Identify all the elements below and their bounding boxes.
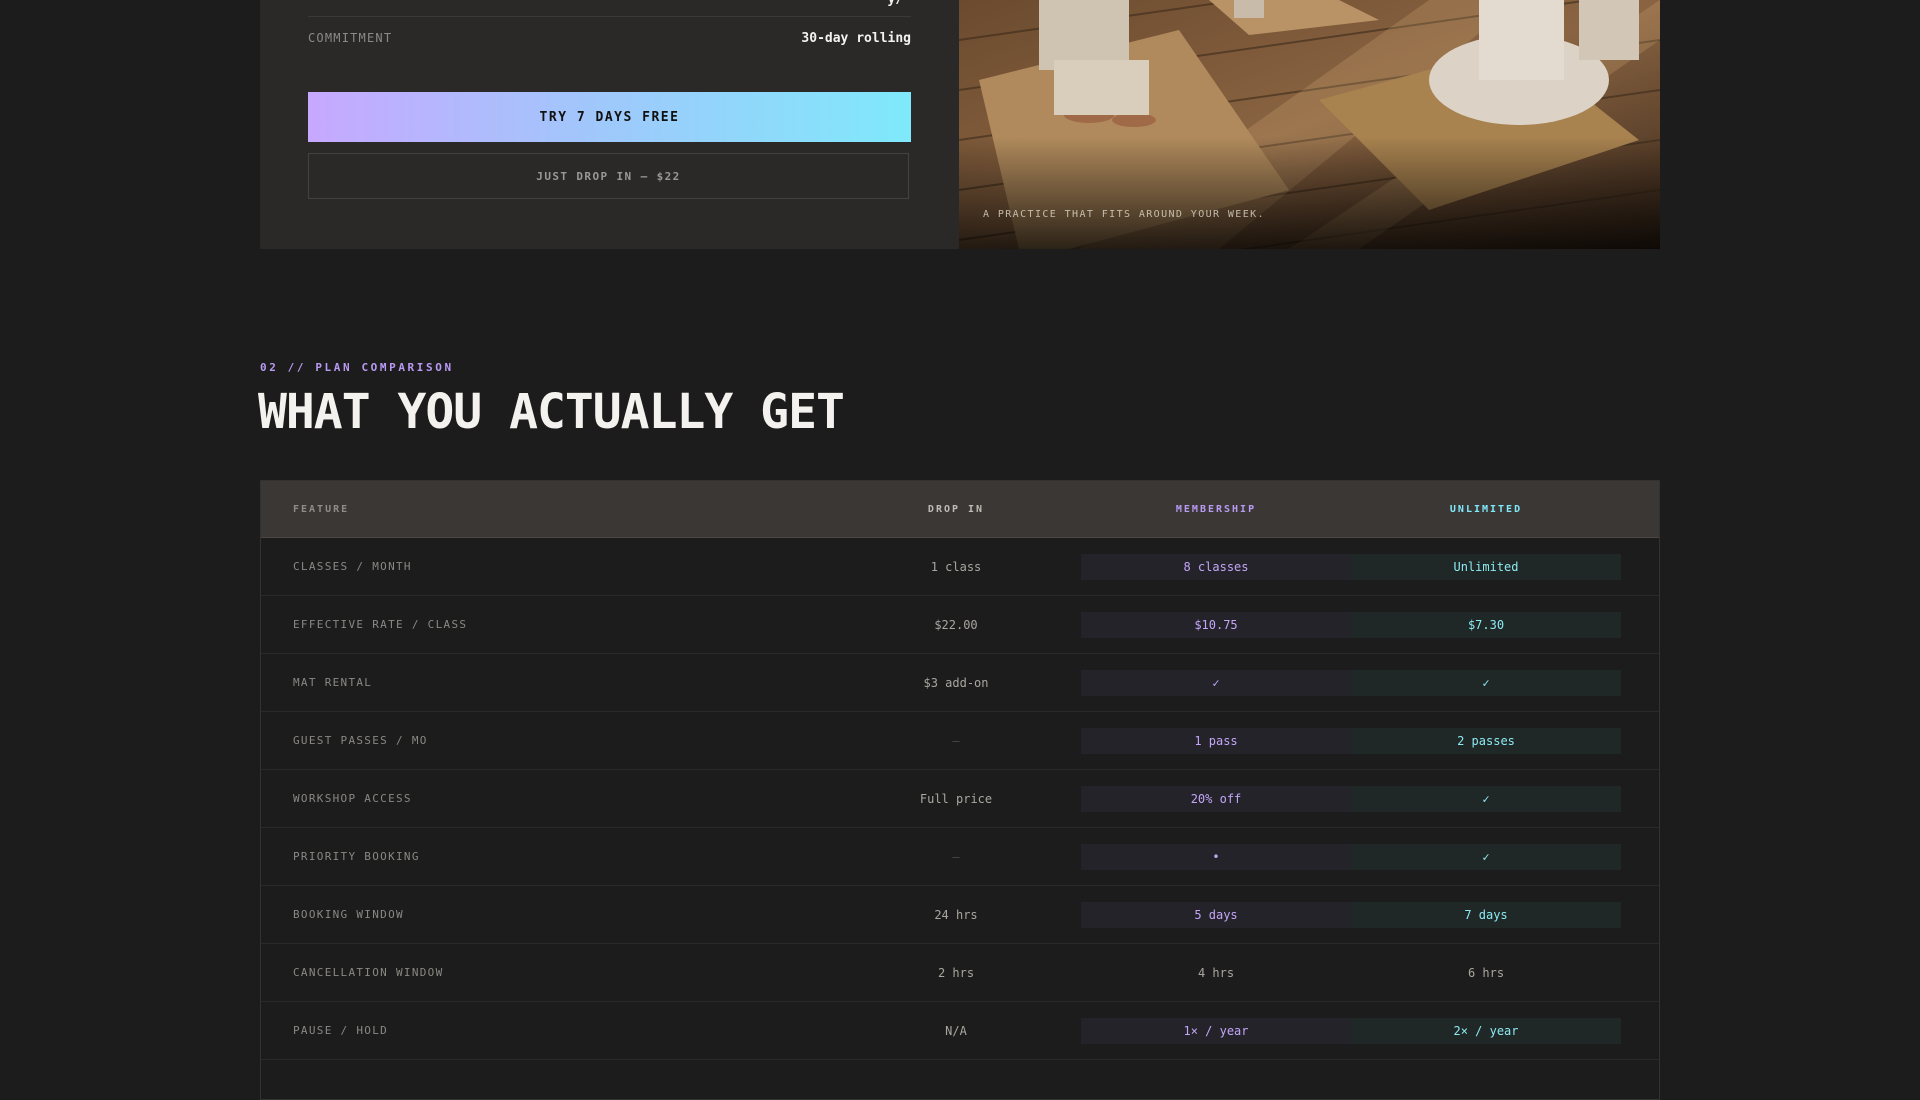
drop-in-cell: 24 hrs [934, 907, 978, 922]
drop-in-cell: $22.00 [934, 617, 978, 632]
membership-cell: 1 pass [1081, 727, 1351, 754]
membership-cell: $10.75 [1081, 611, 1351, 638]
unlimited-cell: Unlimited [1351, 553, 1621, 580]
table-row: PAUSE / HOLD N/A 1× / year 2× / year [261, 1002, 1659, 1060]
feature-cell: CLASSES / MONTH [293, 560, 412, 573]
membership-cell: 4 hrs [1197, 965, 1235, 980]
check-icon: ✓ [1351, 843, 1621, 870]
membership-cell: 5 days [1081, 901, 1351, 928]
feature-cell: PAUSE / HOLD [293, 1024, 389, 1037]
table-row: CLASSES / MONTH 1 class 8 classes Unlimi… [261, 538, 1659, 596]
feature-cell: EFFECTIVE RATE / CLASS [293, 618, 468, 631]
feature-cell: GUEST PASSES / MO [293, 734, 428, 747]
check-icon: ✓ [1351, 669, 1621, 696]
drop-in-button[interactable]: JUST DROP IN — $22 [308, 153, 909, 199]
feature-cell: WORKSHOP ACCESS [293, 792, 412, 805]
header-membership: MEMBERSHIP [1175, 503, 1257, 515]
try-free-button[interactable]: TRY 7 DAYS FREE [308, 92, 911, 142]
commitment-label: COMMITMENT [308, 31, 393, 45]
divider [308, 16, 911, 17]
table-row: EFFECTIVE RATE / CLASS $22.00 $10.75 $7.… [261, 596, 1659, 654]
row-value-cut-off: ·y/· [880, 0, 911, 7]
drop-in-cell: $3 add-on [923, 675, 989, 690]
dash-icon: — [952, 733, 960, 748]
plan-comparison-table: FEATURE DROP IN MEMBERSHIP UNLIMITED CLA… [260, 480, 1660, 1100]
table-row: CANCELLATION WINDOW 2 hrs 4 hrs 6 hrs [261, 944, 1659, 1002]
unlimited-cell: 2× / year [1351, 1017, 1621, 1044]
pricing-card: ·y/· COMMITMENT 30-day rolling TRY 7 DAY… [260, 0, 959, 249]
drop-in-cell: N/A [945, 1023, 967, 1038]
membership-cell: 8 classes [1081, 553, 1351, 580]
drop-in-cell: Full price [919, 791, 993, 806]
unlimited-cell: $7.30 [1351, 611, 1621, 638]
hero-image: A PRACTICE THAT FITS AROUND YOUR WEEK. [959, 0, 1660, 249]
dash-icon: — [952, 849, 960, 864]
hero-caption: A PRACTICE THAT FITS AROUND YOUR WEEK. [983, 209, 1265, 220]
table-header: FEATURE DROP IN MEMBERSHIP UNLIMITED [261, 481, 1659, 538]
check-icon: ✓ [1351, 785, 1621, 812]
section-eyebrow: 02 // PLAN COMPARISON [260, 361, 454, 374]
feature-cell: MAT RENTAL [293, 676, 373, 689]
drop-in-cell: 2 hrs [937, 965, 975, 980]
feature-cell: CANCELLATION WINDOW [293, 966, 444, 979]
table-row: GUEST PASSES / MO — 1 pass 2 passes [261, 712, 1659, 770]
membership-cell: 20% off [1081, 785, 1351, 812]
table-row: PRIORITY BOOKING — • ✓ [261, 828, 1659, 886]
header-feature: FEATURE [293, 503, 350, 515]
feature-cell: BOOKING WINDOW [293, 908, 404, 921]
check-icon: ✓ [1081, 669, 1351, 696]
table-row: MAT RENTAL $3 add-on ✓ ✓ [261, 654, 1659, 712]
drop-in-cell: 1 class [930, 559, 982, 574]
table-row: BOOKING WINDOW 24 hrs 5 days 7 days [261, 886, 1659, 944]
commitment-value: 30-day rolling [801, 31, 911, 46]
unlimited-cell: 6 hrs [1467, 965, 1505, 980]
dot-icon: • [1081, 843, 1351, 870]
unlimited-cell: 2 passes [1351, 727, 1621, 754]
membership-cell: 1× / year [1081, 1017, 1351, 1044]
table-row: WORKSHOP ACCESS Full price 20% off ✓ [261, 770, 1659, 828]
header-drop-in: DROP IN [927, 503, 985, 515]
section-title: WHAT YOU ACTUALLY GET [258, 384, 845, 440]
feature-cell: PRIORITY BOOKING [293, 850, 420, 863]
header-unlimited: UNLIMITED [1449, 503, 1523, 515]
unlimited-cell: 7 days [1351, 901, 1621, 928]
